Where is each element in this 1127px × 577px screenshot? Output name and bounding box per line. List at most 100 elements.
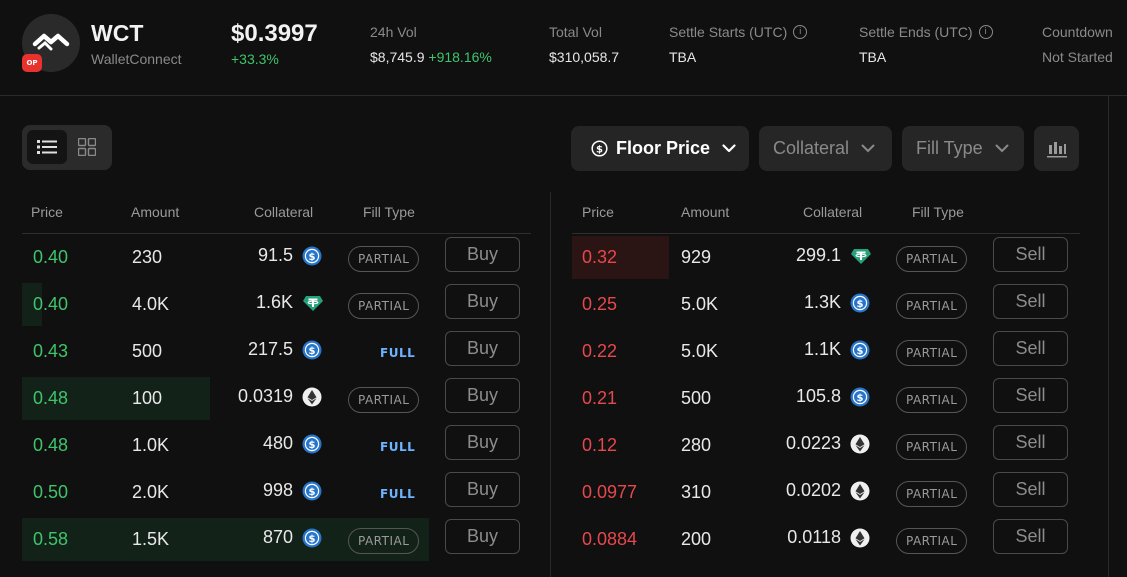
table-row: 0.48 100 0.0319 PARTIAL Buy [22, 375, 531, 422]
eth-icon [302, 387, 322, 407]
amount-cell: 929 [681, 247, 712, 267]
table-row: 0.50 2.0K 998 $ FULL Buy [22, 469, 531, 516]
stat-value: TBA [859, 49, 887, 65]
book-divider [550, 192, 551, 577]
fill-type-label: Fill Type [916, 138, 983, 158]
column-header-price: Price [31, 204, 63, 220]
svg-text:$: $ [857, 345, 864, 356]
stat-value: $310,058.7 [549, 49, 620, 65]
fill-type-badge: FULL [380, 487, 416, 501]
stat-label: Countdown [1042, 24, 1113, 40]
price-cell: 0.12 [582, 435, 618, 455]
amount-cell: 500 [681, 388, 712, 408]
sell-button[interactable]: Sell [993, 519, 1068, 554]
collateral-cell: 0.0118 [787, 527, 870, 548]
token-symbol: WCT [91, 20, 144, 46]
collateral-dropdown[interactable]: Collateral [759, 126, 892, 171]
buy-button[interactable]: Buy [445, 472, 520, 507]
stat-label: Total Vol [549, 24, 602, 40]
fill-type-dropdown[interactable]: Fill Type [902, 126, 1024, 171]
chevron-down-icon [722, 144, 736, 153]
eth-icon [850, 481, 870, 501]
grid-icon [78, 138, 96, 156]
svg-text:$: $ [309, 345, 316, 356]
table-row: 0.0977 310 0.0202 PARTIAL Sell [572, 469, 1080, 516]
stat-settle-ends: Settle Ends (UTC) i TBA [859, 24, 993, 65]
price-cell: 0.48 [33, 388, 69, 408]
svg-text:$: $ [309, 439, 316, 450]
collateral-value: 0.0319 [237, 386, 293, 406]
dollar-circle-icon: $ [591, 140, 608, 157]
amount-cell: 1.0K [132, 435, 170, 455]
depth-chart-button[interactable] [1034, 126, 1079, 171]
buy-orders-table: Price Amount Collateral Fill Type 0.40 23… [22, 192, 531, 563]
sell-button[interactable]: Sell [993, 425, 1068, 460]
sell-button[interactable]: Sell [993, 237, 1068, 272]
price-cell: 0.40 [33, 247, 69, 267]
collateral-value: 1.3K [803, 292, 841, 312]
fill-type-badge: PARTIAL [896, 340, 968, 366]
fill-type-badge: PARTIAL [348, 528, 420, 554]
svg-text:$: $ [857, 392, 864, 403]
stat-label: 24h Vol [370, 24, 417, 40]
list-icon [37, 140, 57, 154]
bar-chart-icon [1046, 141, 1067, 157]
info-icon[interactable]: i [978, 25, 993, 39]
table-row: 0.0884 200 0.0118 PARTIAL Sell [572, 516, 1080, 563]
collateral-cell: 0.0202 [786, 480, 870, 501]
buy-button[interactable]: Buy [445, 331, 520, 366]
info-icon[interactable]: i [793, 25, 808, 39]
stat-value: TBA [669, 49, 697, 65]
price-cell: 0.25 [582, 294, 618, 314]
svg-text:$: $ [309, 251, 316, 262]
list-view-button[interactable] [27, 130, 67, 164]
price-cell: 0.58 [33, 529, 69, 549]
panel-divider [1108, 95, 1109, 577]
collateral-cell: 0.0319 [238, 386, 322, 407]
collateral-cell: 299.1 [795, 245, 871, 266]
collateral-value: 105.8 [795, 386, 841, 406]
sell-button[interactable]: Sell [993, 331, 1068, 366]
table-row: 0.12 280 0.0223 PARTIAL Sell [572, 422, 1080, 469]
fill-type-badge: FULL [380, 440, 416, 454]
sell-button[interactable]: Sell [993, 284, 1068, 319]
floor-price-dropdown[interactable]: $ Floor Price [571, 126, 749, 171]
fill-type-badge: PARTIAL [896, 387, 968, 413]
table-header: Price Amount Collateral Fill Type [22, 192, 531, 234]
usdc-icon: $ [302, 528, 322, 548]
column-header-fill-type: Fill Type [912, 204, 964, 220]
collateral-value: 299.1 [795, 245, 841, 265]
grid-view-button[interactable] [67, 130, 107, 164]
price-cell: 0.32 [582, 247, 618, 267]
buy-button[interactable]: Buy [445, 519, 520, 554]
buy-button[interactable]: Buy [445, 284, 520, 319]
collateral-value: 1.1K [803, 339, 841, 359]
stat-total-vol: Total Vol $310,058.7 [549, 24, 619, 65]
stat-label: Settle Starts (UTC) i [669, 24, 808, 40]
last-price: $0.3997 [231, 20, 318, 47]
amount-cell: 200 [681, 529, 712, 549]
amount-cell: 280 [681, 435, 712, 455]
collateral-cell: 998 $ [263, 480, 322, 501]
collateral-value: 1.6K [255, 292, 293, 312]
fill-type-badge: PARTIAL [348, 293, 420, 319]
amount-cell: 230 [132, 247, 163, 267]
buy-button[interactable]: Buy [445, 237, 520, 272]
sell-button[interactable]: Sell [993, 378, 1068, 413]
price-cell: 0.50 [33, 482, 69, 502]
table-row: 0.48 1.0K 480 $ FULL Buy [22, 422, 531, 469]
price-cell: 0.43 [33, 341, 69, 361]
price-cell: 0.22 [582, 341, 618, 361]
buy-button[interactable]: Buy [445, 378, 520, 413]
table-row: 0.22 5.0K 1.1K $ PARTIAL Sell [572, 328, 1080, 375]
stat-value: Not Started [1042, 49, 1113, 65]
buy-button[interactable]: Buy [445, 425, 520, 460]
collateral-value: 480 [262, 433, 293, 453]
sell-button[interactable]: Sell [993, 472, 1068, 507]
usdt-icon [302, 293, 323, 313]
stat-countdown: Countdown Not Started [1042, 24, 1113, 65]
price-cell: 0.40 [33, 294, 69, 314]
usdc-icon: $ [302, 246, 322, 266]
stat-value: $8,745.9 +918.16% [370, 49, 492, 65]
column-header-price: Price [582, 204, 614, 220]
